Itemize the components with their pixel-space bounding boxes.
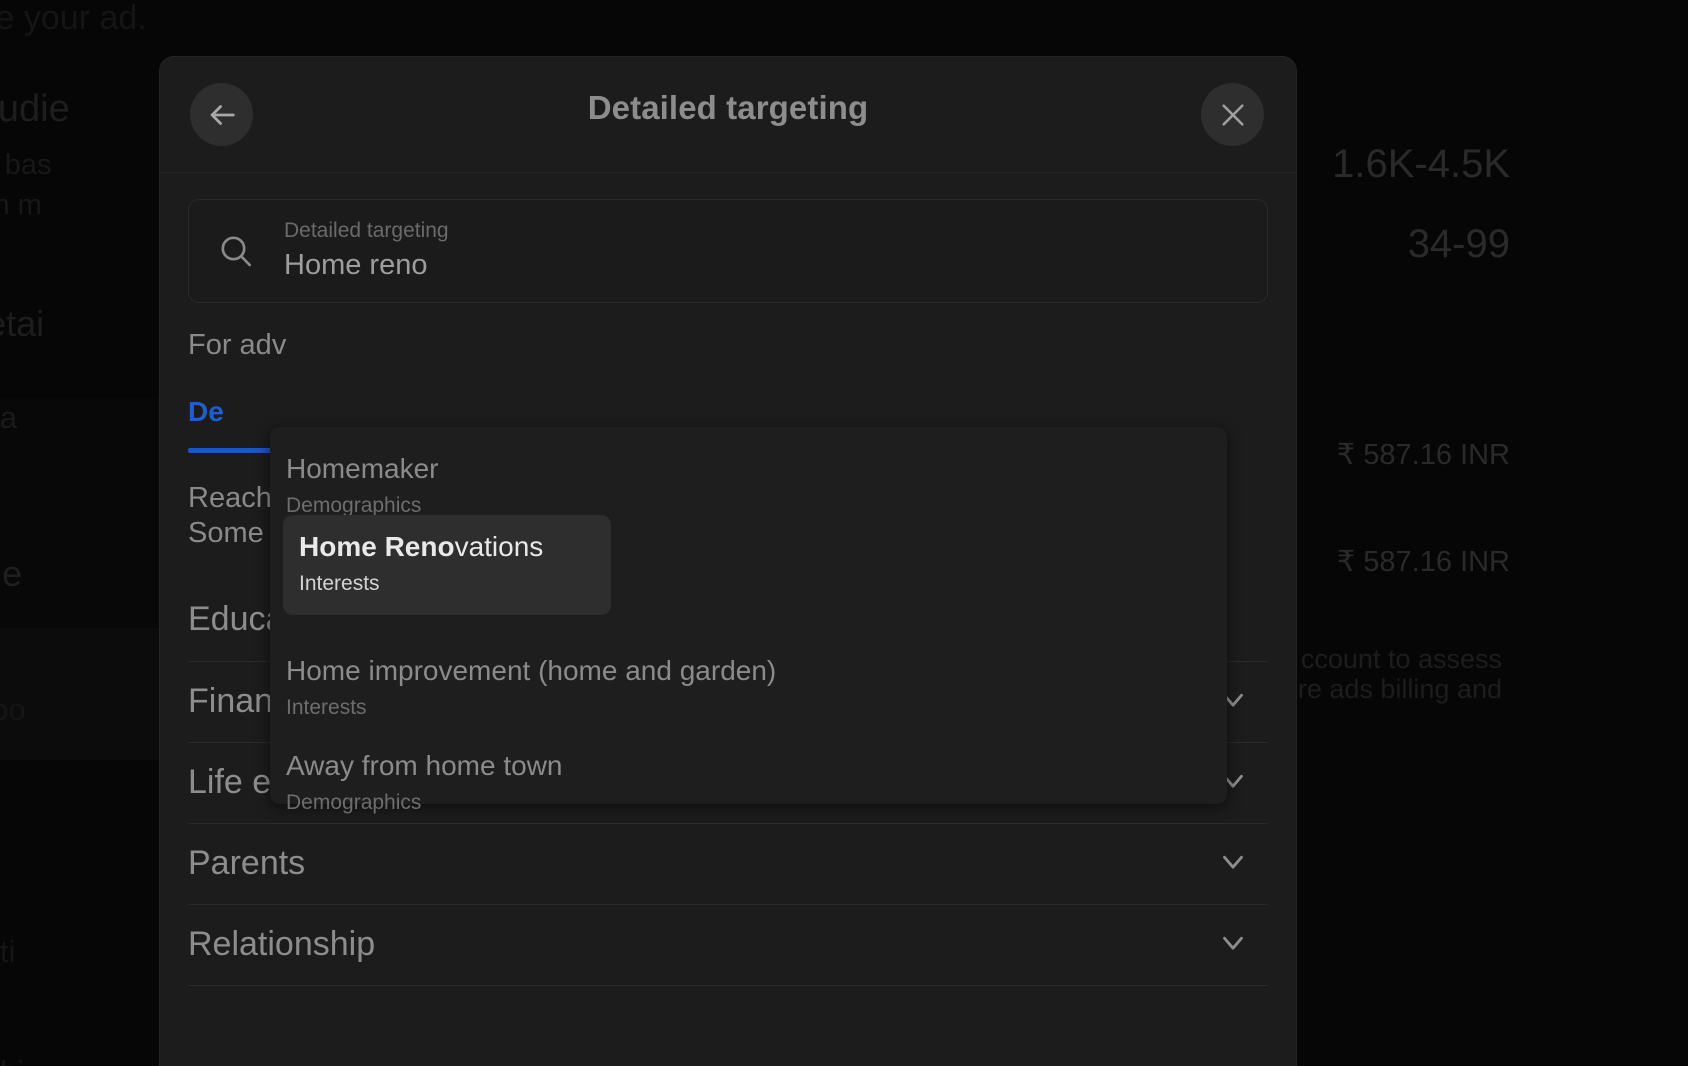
- suggestion-item-away-from-home-town[interactable]: Away from home town Demographics: [270, 742, 1227, 836]
- bg-line-2: antage audie: [0, 88, 70, 130]
- close-icon: [1217, 99, 1249, 131]
- for-advertisers-text: For adv: [188, 329, 287, 361]
- bg-line-4: ime to reach m: [0, 189, 42, 221]
- search-field-wrapper: Detailed targeting Home reno: [284, 217, 449, 285]
- chevron-down-icon: [1216, 844, 1250, 883]
- bg-note-line-1: ccount to assess: [1300, 644, 1502, 674]
- suggestion-category: Interests: [286, 696, 367, 720]
- bg-line-9: ble you choo: [0, 692, 26, 727]
- suggestion-title: Homemaker: [286, 453, 439, 484]
- suggestion-item-home-renovations[interactable]: Home Renovations Interests: [283, 515, 611, 615]
- detailed-targeting-search-box[interactable]: Detailed targeting Home reno: [188, 199, 1268, 303]
- suggestion-title-rest: vations: [454, 531, 544, 562]
- search-suggestions-dropdown: Homemaker Demographics Home improvement …: [270, 427, 1227, 814]
- dialog-body: Detailed targeting Home reno For adv De …: [160, 199, 1296, 986]
- bg-line-8: Advantage: [0, 553, 23, 594]
- suggestion-title-match: Home Reno: [299, 531, 455, 562]
- suggestion-title: Home Renovations: [299, 529, 595, 565]
- bg-line-3: audience is bas: [0, 149, 52, 181]
- close-button[interactable]: [1201, 83, 1264, 146]
- suggestion-title: Home improvement (home and garden): [286, 655, 777, 687]
- bg-amount-1: ₹ 587.16 INR: [1336, 439, 1510, 471]
- screen-root: should see your ad. antage audie audienc…: [0, 0, 1688, 1066]
- bg-line-5: dience detai: [0, 303, 45, 344]
- search-input[interactable]: Home reno: [284, 245, 449, 285]
- tab-detailed-targeting[interactable]: De: [188, 396, 1268, 428]
- bg-amount-2: ₹ 587.16 INR: [1336, 546, 1510, 578]
- chevron-down-icon: [1216, 925, 1250, 964]
- tab-active-underline: [188, 448, 282, 453]
- bg-line-11: ose when thi: [0, 1052, 24, 1066]
- bg-line-6: cation: India: [0, 400, 18, 435]
- background-right-column: i 1.6K-4.5K 34-99 ₹ 587.16 INR ₹ 587.16 …: [1260, 0, 1688, 1066]
- suggestion-item-home-improvement[interactable]: Home improvement (home and garden) Inter…: [270, 647, 1227, 741]
- accordion-row-relationship[interactable]: Relationship: [188, 905, 1268, 986]
- suggestion-title: Away from home town: [286, 749, 563, 781]
- bg-note-line-2: more ads billing and: [1260, 674, 1502, 704]
- bg-results-estimate: 34-99: [1407, 222, 1510, 266]
- dialog-title: Detailed targeting: [587, 89, 869, 126]
- accordion-label: Parents: [188, 844, 306, 883]
- suggestion-category: Demographics: [286, 790, 422, 814]
- detailed-targeting-dialog: Detailed targeting Detailed targeting Ho…: [160, 57, 1296, 1066]
- background-panel-lower: [0, 628, 180, 760]
- background-panel-upper: [0, 398, 180, 628]
- bg-reach-estimate: 1.6K-4.5K: [1332, 142, 1510, 186]
- bg-line-1: should see your ad.: [0, 0, 147, 37]
- dialog-header: Detailed targeting: [160, 57, 1296, 173]
- bg-line-10: this ad conti: [0, 934, 16, 969]
- search-input-label: Detailed targeting: [284, 218, 449, 242]
- suggestion-category: Interests: [299, 572, 380, 596]
- search-icon: [216, 231, 256, 271]
- accordion-label: Relationship: [188, 925, 376, 964]
